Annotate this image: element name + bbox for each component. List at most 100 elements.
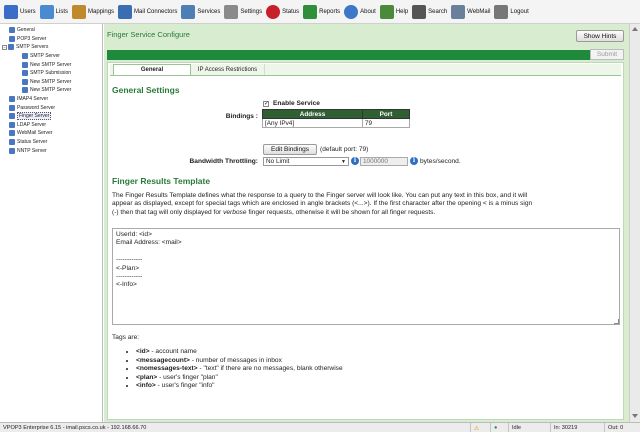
main-toolbar: Users Lists Mappings Mail Connectors Service… xyxy=(0,0,640,24)
tree-item-imap4-server[interactable]: IMAP4 Server xyxy=(0,95,102,104)
resize-handle-icon[interactable] xyxy=(614,319,619,324)
list-item: <id> - account name xyxy=(136,348,343,357)
toolbar-label: Reports xyxy=(319,8,341,15)
status-bar: VPOP3 Enterprise 6.15 - imail.pscs.co.uk… xyxy=(0,422,640,432)
toolbar-settings-button[interactable]: Settings xyxy=(224,2,262,22)
toolbar-services-button[interactable]: Services xyxy=(181,2,220,22)
bindings-header-address: Address xyxy=(262,109,363,119)
connection-status: Idle xyxy=(508,423,548,432)
about-info-icon xyxy=(344,4,359,19)
tree-item-label: IMAP4 Server xyxy=(17,96,49,103)
server-icon xyxy=(9,147,15,154)
toolbar-label: Status xyxy=(282,8,300,15)
header-bar xyxy=(107,50,624,60)
toolbar-webmail-button[interactable]: WebMail xyxy=(451,2,490,22)
finger-template-textarea[interactable]: UserId: <id> Email Address: <mail> -----… xyxy=(112,228,620,325)
toolbar-logout-button[interactable]: Logout xyxy=(494,2,529,22)
tree-item-general[interactable]: General xyxy=(0,26,102,35)
toolbar-label: Lists xyxy=(55,8,69,15)
bandwidth-throttling-label: Bandwidth Throttling: xyxy=(189,158,258,165)
list-item: <messagecount> - number of messages in i… xyxy=(136,357,343,366)
tree-item-label: WebMail Server xyxy=(17,130,53,137)
list-item: <nomessages-text> - "text" if there are … xyxy=(136,365,343,374)
toolbar-help-button[interactable]: Help xyxy=(379,2,409,22)
bandwidth-selected-value: No Limit xyxy=(266,158,290,165)
tree-item-label: New SMTP Server xyxy=(30,78,72,85)
server-icon xyxy=(22,87,28,94)
toolbar-reports-button[interactable]: Reports xyxy=(303,2,340,22)
scroll-up-icon[interactable] xyxy=(632,27,638,31)
status-heart-icon xyxy=(266,4,281,19)
description-line-3: (-) then that tag will only displayed fo… xyxy=(112,208,436,216)
reports-icon xyxy=(303,4,318,19)
toolbar-mail-connectors-button[interactable]: Mail Connectors xyxy=(118,2,177,22)
enable-service-checkbox[interactable]: ✓ xyxy=(263,101,269,107)
tree-item-label: Finger Server xyxy=(17,112,52,121)
server-icon xyxy=(9,139,15,146)
table-row[interactable]: [Any IPv4] 79 xyxy=(262,118,410,128)
webmail-icon xyxy=(451,4,466,19)
tree-item-new-smtp-server[interactable]: New SMTP Server xyxy=(0,86,102,95)
tree-item-label: SMTP Servers xyxy=(16,44,49,51)
bandwidth-info-icon[interactable]: i xyxy=(351,157,359,165)
settings-content: General IP Access Restrictions General S… xyxy=(107,62,624,420)
tree-item-new-smtp-server[interactable]: New SMTP Server xyxy=(0,60,102,69)
bandwidth-limit-input[interactable]: 1000000 xyxy=(360,157,408,166)
navigation-tree: General POP3 Server − SMTP Servers SMTP Serv… xyxy=(0,24,103,422)
services-icon xyxy=(181,4,196,19)
tab-general[interactable]: General xyxy=(113,64,191,75)
toolbar-users-button[interactable]: Users xyxy=(4,2,36,22)
tree-item-webmail-server[interactable]: WebMail Server xyxy=(0,129,102,138)
tree-item-pop3-server[interactable]: POP3 Server xyxy=(0,35,102,44)
description-line-1: The Finger Results Template defines what… xyxy=(112,192,528,199)
tree-item-status-server[interactable]: Status Server xyxy=(0,138,102,147)
tree-item-label: POP3 Server xyxy=(17,35,47,42)
logout-icon xyxy=(494,4,509,19)
vertical-scrollbar[interactable] xyxy=(629,24,640,422)
toolbar-label: About xyxy=(360,8,376,15)
scroll-down-icon[interactable] xyxy=(632,414,638,418)
server-icon xyxy=(22,70,28,77)
bindings-table: Address Port [Any IPv4] 79 xyxy=(262,109,410,128)
help-icon xyxy=(379,4,394,19)
server-icon xyxy=(22,53,28,60)
sync-status-icon: ● xyxy=(490,423,508,432)
server-icon xyxy=(9,113,15,120)
mappings-icon xyxy=(72,4,87,19)
tree-item-password-server[interactable]: Password Server xyxy=(0,103,102,112)
tree-item-label: New SMTP Server xyxy=(30,87,72,94)
bandwidth-limit-info-icon[interactable]: i xyxy=(410,157,418,165)
tree-item-smtp-servers[interactable]: − SMTP Servers xyxy=(0,43,102,52)
list-item: <info> - user's finger "info" xyxy=(136,382,343,391)
bandwidth-throttling-select[interactable]: No Limit ▼ xyxy=(263,157,349,166)
toolbar-about-button[interactable]: About xyxy=(344,2,376,22)
tree-item-smtp-server[interactable]: SMTP Server xyxy=(0,52,102,61)
toolbar-label: Help xyxy=(395,8,409,15)
tree-item-new-smtp-server[interactable]: New SMTP Server xyxy=(0,78,102,87)
toolbar-lists-button[interactable]: Lists xyxy=(39,2,69,22)
submit-button[interactable]: Submit xyxy=(590,49,624,60)
binding-port-cell: 79 xyxy=(362,118,410,128)
edit-bindings-button[interactable]: Edit Bindings xyxy=(263,144,317,155)
enable-service-label: Enable Service xyxy=(273,100,320,107)
tags-intro: Tags are: xyxy=(112,334,140,341)
server-icon xyxy=(22,61,28,68)
toolbar-search-button[interactable]: Search xyxy=(412,2,447,22)
tree-item-label: NNTP Server xyxy=(17,147,47,154)
toolbar-label: Users xyxy=(20,8,36,15)
tree-item-ldap-server[interactable]: LDAP Server xyxy=(0,121,102,130)
finger-results-template-heading: Finger Results Template xyxy=(112,176,211,186)
list-item: <plan> - user's finger "plan" xyxy=(136,374,343,383)
server-icon xyxy=(9,121,15,128)
bindings-label: Bindings : xyxy=(225,113,258,120)
show-hints-button[interactable]: Show Hints xyxy=(576,30,624,42)
toolbar-status-button[interactable]: Status xyxy=(266,2,299,22)
tab-ip-access-restrictions[interactable]: IP Access Restrictions xyxy=(191,64,265,75)
tree-item-finger-server[interactable]: Finger Server xyxy=(0,112,102,121)
tree-item-nntp-server[interactable]: NNTP Server xyxy=(0,146,102,155)
toolbar-mappings-button[interactable]: Mappings xyxy=(72,2,114,22)
collapse-icon[interactable]: − xyxy=(2,44,7,50)
chevron-down-icon: ▼ xyxy=(341,158,346,165)
tree-item-smtp-submission[interactable]: SMTP Submission xyxy=(0,69,102,78)
toolbar-label: Logout xyxy=(510,8,529,15)
